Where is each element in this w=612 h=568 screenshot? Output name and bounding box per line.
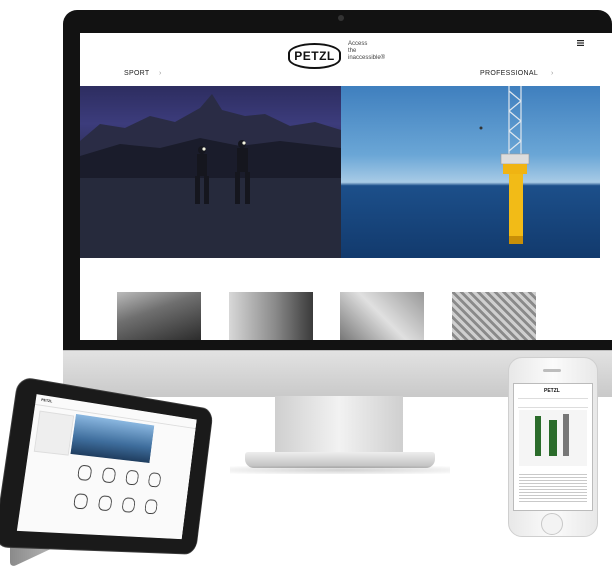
nav-sport-link[interactable]: SPORT xyxy=(124,70,150,77)
iphone-text-block xyxy=(519,472,587,502)
ipad-hero-image[interactable] xyxy=(70,413,155,463)
product-icon[interactable] xyxy=(77,464,93,482)
ipad-petzl-logo[interactable]: PETZL xyxy=(41,395,53,406)
nav-professional-link[interactable]: PROFESSIONAL xyxy=(480,70,538,77)
thumbnail-climbing-gear[interactable] xyxy=(452,292,536,340)
imac-stand xyxy=(275,396,403,454)
chevron-right-icon: › xyxy=(551,70,554,77)
carabiner-icon[interactable] xyxy=(125,469,140,486)
hamburger-icon[interactable] xyxy=(577,40,584,48)
thumbnail-person-headlamp[interactable] xyxy=(229,292,313,340)
chevron-right-icon: › xyxy=(159,70,162,77)
ipad-device: PETZL xyxy=(0,376,214,555)
hero-professional-image[interactable] xyxy=(341,86,600,258)
descender-icon[interactable] xyxy=(97,495,113,512)
ipad-screen: PETZL xyxy=(16,394,197,540)
iphone-product-diagram[interactable] xyxy=(519,410,587,466)
thumbnail-lamp-beam[interactable] xyxy=(117,292,201,340)
ipad-side-panel xyxy=(33,410,75,456)
ascender-icon[interactable] xyxy=(144,499,158,515)
stand-shadow xyxy=(230,466,450,474)
helmet-icon[interactable] xyxy=(101,467,117,484)
iphone-petzl-logo[interactable]: PETZL xyxy=(544,388,560,394)
hero-sport-image[interactable] xyxy=(80,86,341,258)
rope-icon[interactable] xyxy=(73,493,89,510)
site-tagline: Access the inaccessible® xyxy=(348,41,386,61)
petzl-logo[interactable]: PETZL xyxy=(288,43,341,69)
headlamp-icon[interactable] xyxy=(147,472,162,488)
home-button-icon[interactable] xyxy=(541,513,563,535)
thumbnail-climbing-hand[interactable] xyxy=(340,292,424,340)
camera-icon xyxy=(338,15,344,21)
iphone-speaker xyxy=(543,369,561,372)
iphone-screen: PETZL xyxy=(513,383,593,511)
iphone-nav-bar xyxy=(518,398,588,408)
harness-icon[interactable] xyxy=(121,497,136,513)
